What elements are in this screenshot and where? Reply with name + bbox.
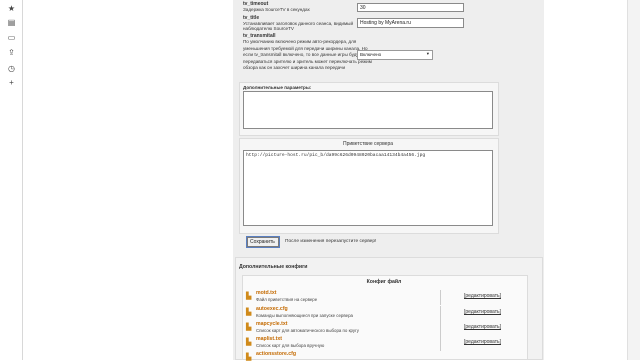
page-scrollbar[interactable] (627, 0, 640, 360)
add-icon[interactable]: + (7, 78, 16, 87)
greeting-label: Приветствие сервера (342, 141, 394, 147)
config-row: ▙ actionsstore.cfg (242, 351, 526, 361)
tv-title-input[interactable]: Hosting by MyArena.ru (357, 18, 464, 28)
file-icon: ▙ (246, 324, 252, 331)
save-note: После изменения перезапустите сервер! (285, 239, 377, 244)
config-row: ▙ autoexec.cfg Команды выполняющиеся при… (242, 306, 526, 321)
monitor-icon[interactable]: ▭ (7, 33, 16, 42)
star-icon[interactable]: ★ (7, 4, 16, 13)
tv-transmitall-select[interactable]: Включено ▾ (357, 50, 433, 60)
config-row: ▙ maplist.txt Список карт для выбора вру… (242, 336, 526, 351)
config-row: ▙ motd.txt Файл приветствия на сервере [… (242, 290, 526, 305)
config-file-desc: Команды выполняющиеся при запуске сервер… (256, 313, 353, 318)
tv-title-label: tv_title Устанавливает заголовок данного… (243, 15, 354, 31)
greeting-textarea[interactable]: http://picture-host.ru/pic_b/da99c626d09… (243, 150, 493, 226)
config-file-name[interactable]: actionsstore.cfg (256, 351, 296, 357)
share-icon[interactable]: ⇪ (7, 48, 16, 57)
edit-link[interactable]: [редактировать] (464, 293, 501, 299)
configs-title: Дополнительные конфиги (239, 264, 308, 270)
notes-icon[interactable]: ▤ (7, 18, 16, 27)
clock-icon[interactable]: ◷ (7, 64, 16, 73)
configs-column-header: Конфиг файл (366, 279, 402, 285)
edit-link[interactable]: [редактировать] (464, 339, 501, 345)
extra-params-textarea[interactable] (243, 91, 493, 129)
divider (440, 336, 441, 351)
config-file-name[interactable]: mapcycle.txt (256, 321, 287, 327)
config-file-name[interactable]: motd.txt (256, 290, 276, 296)
config-file-desc: Список карт для автоматического выбора п… (256, 328, 359, 333)
tv-timeout-label: tv_timeout Задержка SourceTV в секундах (243, 1, 310, 12)
edit-link[interactable]: [редактировать] (464, 309, 501, 315)
config-file-name[interactable]: autoexec.cfg (256, 306, 288, 312)
divider (440, 321, 441, 336)
divider (440, 306, 441, 321)
config-file-name[interactable]: maplist.txt (256, 336, 282, 342)
browser-side-toolbar: ★ ▤ ▭ ⇪ ◷ + (0, 0, 23, 360)
file-icon: ▙ (246, 293, 252, 300)
tv-timeout-input[interactable]: 30 (357, 3, 464, 12)
file-icon: ▙ (246, 309, 252, 316)
config-file-desc: Список карт для выбора вручную (256, 343, 325, 348)
chevron-down-icon: ▾ (426, 51, 429, 56)
divider (440, 290, 441, 305)
edit-link[interactable]: [редактировать] (464, 324, 501, 330)
file-icon: ▙ (246, 339, 252, 346)
config-row: ▙ mapcycle.txt Список карт для автоматич… (242, 321, 526, 336)
config-file-desc: Файл приветствия на сервере (256, 297, 318, 302)
extra-params-label: Дополнительные параметры: (243, 85, 312, 90)
save-button[interactable]: Сохранить (247, 237, 279, 247)
